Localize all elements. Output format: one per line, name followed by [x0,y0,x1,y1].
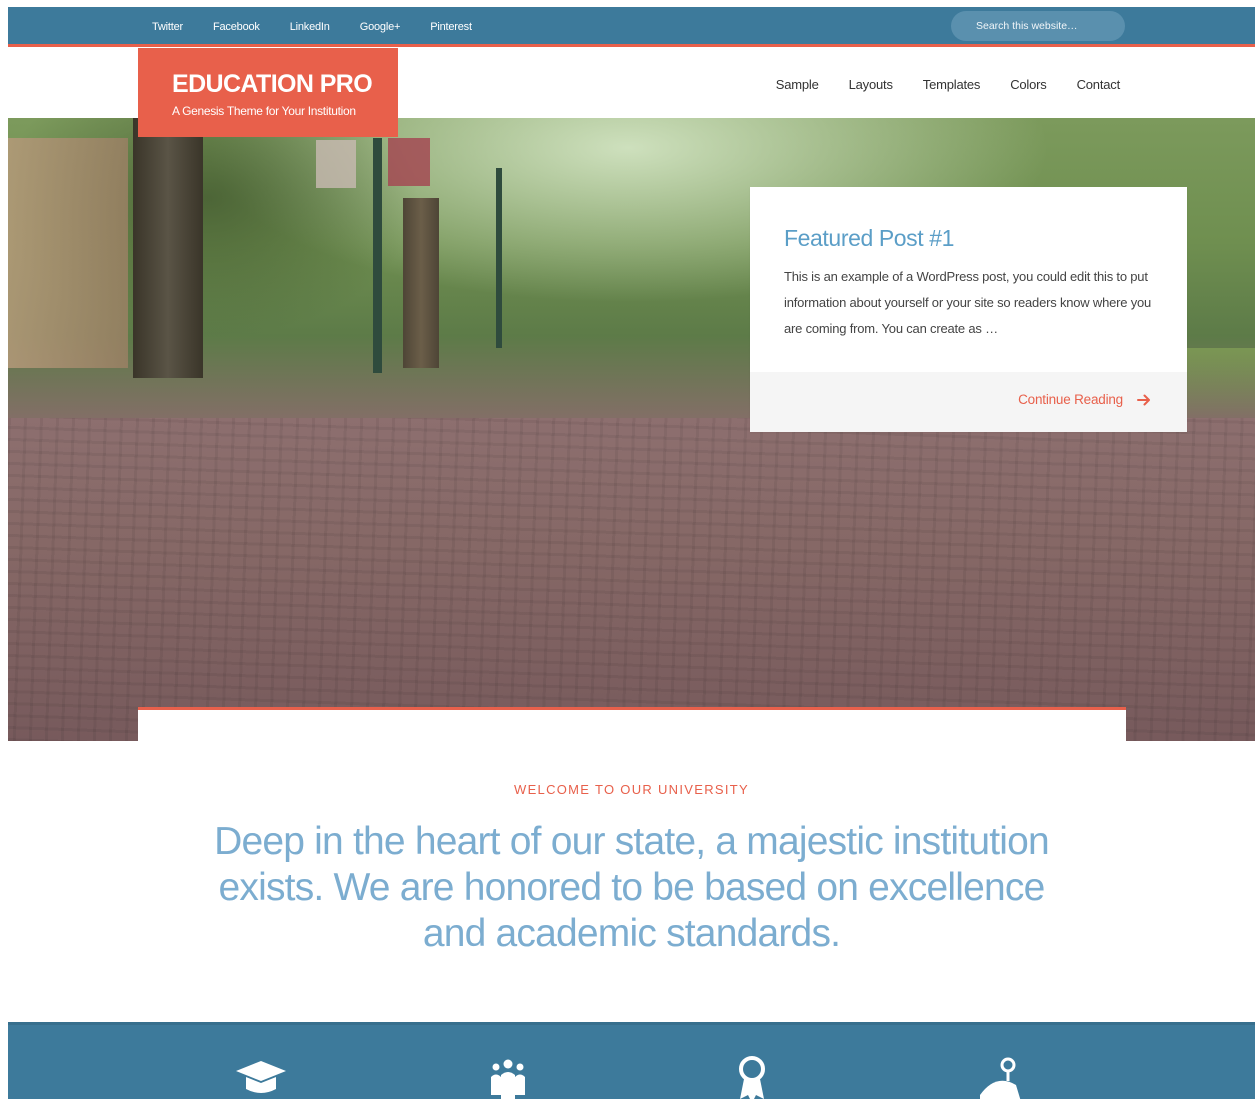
graduation-cap-icon [236,1061,286,1093]
nav-item-layouts[interactable]: Layouts [849,77,893,92]
nav-item-templates[interactable]: Templates [923,77,981,92]
hero-banner [316,140,356,188]
nav-item-contact[interactable]: Contact [1077,77,1121,92]
welcome-label: WELCOME TO OUR UNIVERSITY [514,782,749,797]
hero-tree-trunk [133,118,203,378]
featured-post-footer: Continue Reading [750,372,1187,432]
social-link-linkedin[interactable]: LinkedIn [290,21,330,33]
content-area-top [138,707,1126,747]
site-logo[interactable]: EDUCATION PRO A Genesis Theme for Your I… [138,48,398,137]
arrow-right-icon [1137,394,1150,405]
hero-lamp-post [373,138,382,373]
continue-reading-link[interactable]: Continue Reading [1018,392,1151,407]
nav-item-colors[interactable]: Colors [1010,77,1047,92]
people-group-icon [491,1059,525,1099]
site-title[interactable]: EDUCATION PRO [172,70,373,99]
social-link-twitter[interactable]: Twitter [152,21,183,33]
hero-lamp-post [496,168,502,348]
social-link-pinterest[interactable]: Pinterest [430,21,472,33]
featured-post-card: Featured Post #1 This is an example of a… [750,187,1187,432]
hero-brick-path [8,418,1255,741]
top-bar: Twitter Facebook LinkedIn Google+ Pinter… [8,7,1255,47]
welcome-headline: Deep in the heart of our state, a majest… [214,820,1050,955]
page: Twitter Facebook LinkedIn Google+ Pinter… [8,7,1255,1099]
continue-reading-label: Continue Reading [1018,392,1123,407]
location-pin-icon [980,1057,1021,1099]
featured-post-excerpt: This is an example of a WordPress post, … [784,269,1152,336]
search-input[interactable]: Search this website… [951,11,1125,41]
nav-item-sample[interactable]: Sample [776,77,819,92]
featured-post-title[interactable]: Featured Post #1 [784,225,954,252]
hero-building [8,138,128,368]
hero-banner [388,138,430,186]
social-menu: Twitter Facebook LinkedIn Google+ Pinter… [152,7,502,47]
award-badge-icon [739,1056,765,1099]
features-band [8,1022,1255,1099]
site-tagline: A Genesis Theme for Your Institution [172,104,356,118]
social-link-facebook[interactable]: Facebook [213,21,260,33]
primary-nav: Sample Layouts Templates Colors Contact [746,50,1120,118]
social-link-googleplus[interactable]: Google+ [360,21,401,33]
hero-tree-trunk [403,198,439,368]
